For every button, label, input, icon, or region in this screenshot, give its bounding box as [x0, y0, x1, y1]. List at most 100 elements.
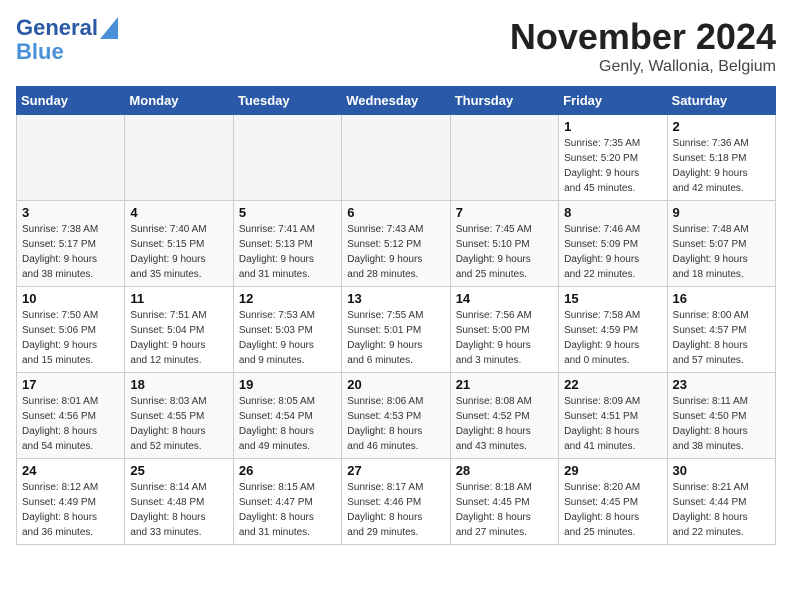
- month-year-title: November 2024: [510, 16, 776, 58]
- calendar-cell: 20 Sunrise: 8:06 AM Sunset: 4:53 PM Dayli…: [342, 373, 450, 459]
- location-subtitle: Genly, Wallonia, Belgium: [510, 58, 776, 76]
- day-info: Sunrise: 8:17 AM Sunset: 4:46 PM Dayligh…: [347, 480, 444, 540]
- weekday-header-saturday: Saturday: [667, 87, 775, 115]
- day-info: Sunrise: 8:06 AM Sunset: 4:53 PM Dayligh…: [347, 394, 444, 454]
- day-info: Sunrise: 7:38 AM Sunset: 5:17 PM Dayligh…: [22, 222, 119, 282]
- day-info: Sunrise: 8:08 AM Sunset: 4:52 PM Dayligh…: [456, 394, 553, 454]
- day-number: 28: [456, 463, 553, 478]
- logo-text-blue: Blue: [16, 40, 64, 64]
- day-number: 18: [130, 377, 227, 392]
- calendar-header-row: SundayMondayTuesdayWednesdayThursdayFrid…: [17, 87, 776, 115]
- day-number: 8: [564, 205, 661, 220]
- calendar-cell: 9Sunrise: 7:48 AM Sunset: 5:07 PM Daylig…: [667, 201, 775, 287]
- day-info: Sunrise: 8:12 AM Sunset: 4:49 PM Dayligh…: [22, 480, 119, 540]
- day-info: Sunrise: 7:45 AM Sunset: 5:10 PM Dayligh…: [456, 222, 553, 282]
- calendar-cell: 28 Sunrise: 8:18 AM Sunset: 4:45 PM Dayli…: [450, 459, 558, 545]
- weekday-header-tuesday: Tuesday: [233, 87, 341, 115]
- day-number: 3: [22, 205, 119, 220]
- day-info: Sunrise: 7:36 AM Sunset: 5:18 PM Dayligh…: [673, 136, 770, 196]
- day-number: 10: [22, 291, 119, 306]
- day-info: Sunrise: 8:03 AM Sunset: 4:55 PM Dayligh…: [130, 394, 227, 454]
- day-info: Sunrise: 8:18 AM Sunset: 4:45 PM Dayligh…: [456, 480, 553, 540]
- calendar-cell: 18 Sunrise: 8:03 AM Sunset: 4:55 PM Dayli…: [125, 373, 233, 459]
- day-info: Sunrise: 8:09 AM Sunset: 4:51 PM Dayligh…: [564, 394, 661, 454]
- calendar-cell: 4 Sunrise: 7:40 AM Sunset: 5:15 PM Daylig…: [125, 201, 233, 287]
- day-info: Sunrise: 7:53 AM Sunset: 5:03 PM Dayligh…: [239, 308, 336, 368]
- day-info: Sunrise: 7:50 AM Sunset: 5:06 PM Dayligh…: [22, 308, 119, 368]
- day-info: Sunrise: 7:41 AM Sunset: 5:13 PM Dayligh…: [239, 222, 336, 282]
- weekday-header-thursday: Thursday: [450, 87, 558, 115]
- day-number: 11: [130, 291, 227, 306]
- day-number: 4: [130, 205, 227, 220]
- calendar-cell: [17, 115, 125, 201]
- day-number: 7: [456, 205, 553, 220]
- calendar-cell: 29 Sunrise: 8:20 AM Sunset: 4:45 PM Dayli…: [559, 459, 667, 545]
- day-info: Sunrise: 7:46 AM Sunset: 5:09 PM Dayligh…: [564, 222, 661, 282]
- calendar-cell: 3 Sunrise: 7:38 AM Sunset: 5:17 PM Daylig…: [17, 201, 125, 287]
- day-info: Sunrise: 7:40 AM Sunset: 5:15 PM Dayligh…: [130, 222, 227, 282]
- calendar-cell: 27Sunrise: 8:17 AM Sunset: 4:46 PM Dayli…: [342, 459, 450, 545]
- calendar-week-5: 24Sunrise: 8:12 AM Sunset: 4:49 PM Dayli…: [17, 459, 776, 545]
- calendar-cell: 23Sunrise: 8:11 AM Sunset: 4:50 PM Dayli…: [667, 373, 775, 459]
- calendar-cell: 15Sunrise: 7:58 AM Sunset: 4:59 PM Dayli…: [559, 287, 667, 373]
- calendar-cell: 21 Sunrise: 8:08 AM Sunset: 4:52 PM Dayli…: [450, 373, 558, 459]
- calendar-week-2: 3 Sunrise: 7:38 AM Sunset: 5:17 PM Daylig…: [17, 201, 776, 287]
- day-number: 19: [239, 377, 336, 392]
- calendar-cell: 16 Sunrise: 8:00 AM Sunset: 4:57 PM Dayli…: [667, 287, 775, 373]
- weekday-header-sunday: Sunday: [17, 87, 125, 115]
- day-info: Sunrise: 7:56 AM Sunset: 5:00 PM Dayligh…: [456, 308, 553, 368]
- weekday-header-friday: Friday: [559, 87, 667, 115]
- day-number: 21: [456, 377, 553, 392]
- day-number: 20: [347, 377, 444, 392]
- day-number: 6: [347, 205, 444, 220]
- calendar-cell: 17 Sunrise: 8:01 AM Sunset: 4:56 PM Dayli…: [17, 373, 125, 459]
- calendar-cell: 11Sunrise: 7:51 AM Sunset: 5:04 PM Dayli…: [125, 287, 233, 373]
- calendar-cell: [233, 115, 341, 201]
- day-number: 25: [130, 463, 227, 478]
- logo: General Blue: [16, 16, 118, 64]
- day-info: Sunrise: 7:35 AM Sunset: 5:20 PM Dayligh…: [564, 136, 661, 196]
- calendar-cell: 13 Sunrise: 7:55 AM Sunset: 5:01 PM Dayli…: [342, 287, 450, 373]
- day-number: 1: [564, 119, 661, 134]
- calendar-cell: [342, 115, 450, 201]
- title-area: November 2024 Genly, Wallonia, Belgium: [510, 16, 776, 76]
- day-info: Sunrise: 8:11 AM Sunset: 4:50 PM Dayligh…: [673, 394, 770, 454]
- calendar-cell: [125, 115, 233, 201]
- weekday-header-wednesday: Wednesday: [342, 87, 450, 115]
- calendar-cell: 14Sunrise: 7:56 AM Sunset: 5:00 PM Dayli…: [450, 287, 558, 373]
- calendar-week-4: 17 Sunrise: 8:01 AM Sunset: 4:56 PM Dayli…: [17, 373, 776, 459]
- calendar-cell: 19 Sunrise: 8:05 AM Sunset: 4:54 PM Dayli…: [233, 373, 341, 459]
- calendar-cell: [450, 115, 558, 201]
- calendar-cell: 1 Sunrise: 7:35 AM Sunset: 5:20 PM Daylig…: [559, 115, 667, 201]
- day-number: 2: [673, 119, 770, 134]
- day-number: 29: [564, 463, 661, 478]
- calendar-week-1: 1 Sunrise: 7:35 AM Sunset: 5:20 PM Daylig…: [17, 115, 776, 201]
- day-number: 15: [564, 291, 661, 306]
- day-info: Sunrise: 8:15 AM Sunset: 4:47 PM Dayligh…: [239, 480, 336, 540]
- day-info: Sunrise: 7:55 AM Sunset: 5:01 PM Dayligh…: [347, 308, 444, 368]
- logo-triangle-icon: [100, 17, 118, 39]
- day-info: Sunrise: 8:05 AM Sunset: 4:54 PM Dayligh…: [239, 394, 336, 454]
- day-info: Sunrise: 8:14 AM Sunset: 4:48 PM Dayligh…: [130, 480, 227, 540]
- calendar-cell: 25 Sunrise: 8:14 AM Sunset: 4:48 PM Dayli…: [125, 459, 233, 545]
- day-number: 13: [347, 291, 444, 306]
- calendar-cell: 2 Sunrise: 7:36 AM Sunset: 5:18 PM Daylig…: [667, 115, 775, 201]
- calendar-cell: 24Sunrise: 8:12 AM Sunset: 4:49 PM Dayli…: [17, 459, 125, 545]
- day-info: Sunrise: 8:21 AM Sunset: 4:44 PM Dayligh…: [673, 480, 770, 540]
- weekday-header-monday: Monday: [125, 87, 233, 115]
- day-number: 16: [673, 291, 770, 306]
- calendar-cell: 8 Sunrise: 7:46 AM Sunset: 5:09 PM Daylig…: [559, 201, 667, 287]
- day-info: Sunrise: 7:48 AM Sunset: 5:07 PM Dayligh…: [673, 222, 770, 282]
- calendar-cell: 5Sunrise: 7:41 AM Sunset: 5:13 PM Daylig…: [233, 201, 341, 287]
- day-number: 26: [239, 463, 336, 478]
- day-number: 22: [564, 377, 661, 392]
- day-info: Sunrise: 8:20 AM Sunset: 4:45 PM Dayligh…: [564, 480, 661, 540]
- calendar-cell: 12 Sunrise: 7:53 AM Sunset: 5:03 PM Dayli…: [233, 287, 341, 373]
- calendar-table: SundayMondayTuesdayWednesdayThursdayFrid…: [16, 86, 776, 545]
- day-number: 17: [22, 377, 119, 392]
- day-number: 12: [239, 291, 336, 306]
- calendar-cell: 6Sunrise: 7:43 AM Sunset: 5:12 PM Daylig…: [342, 201, 450, 287]
- day-info: Sunrise: 8:01 AM Sunset: 4:56 PM Dayligh…: [22, 394, 119, 454]
- day-info: Sunrise: 8:00 AM Sunset: 4:57 PM Dayligh…: [673, 308, 770, 368]
- logo-text-general: General: [16, 16, 98, 40]
